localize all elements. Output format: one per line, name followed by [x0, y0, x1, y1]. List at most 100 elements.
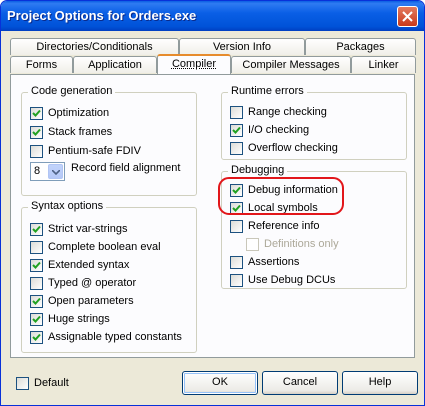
group-title: Syntax options: [28, 200, 107, 212]
tab-label: Forms: [25, 59, 58, 71]
group-runtime-errors: Runtime errors Range checking I/O checki…: [221, 85, 407, 160]
checkbox-complete-boolean-eval[interactable]: Complete boolean eval: [30, 240, 161, 254]
highlight-annotation: [218, 177, 344, 215]
tab-compiler-messages[interactable]: Compiler Messages: [231, 56, 351, 73]
help-button[interactable]: Help: [342, 371, 418, 395]
checkbox-assertions[interactable]: Assertions: [230, 255, 299, 269]
tab-compiler[interactable]: Compiler: [157, 54, 231, 74]
close-button[interactable]: [397, 6, 418, 27]
checkbox-label: Pentium-safe FDIV: [48, 145, 141, 157]
check-icon: [32, 225, 41, 233]
checkbox-open-parameters[interactable]: Open parameters: [30, 294, 134, 308]
checkbox-box[interactable]: [230, 219, 243, 233]
checkbox-label: Stack frames: [48, 126, 113, 138]
check-icon: [32, 109, 41, 117]
tab-label: Compiler Messages: [242, 59, 340, 71]
group-code-generation: Code generation Optimization Stack frame…: [21, 85, 197, 196]
checkbox-box[interactable]: [30, 294, 43, 308]
checkbox-label: Overflow checking: [248, 142, 338, 154]
tab-packages[interactable]: Packages: [305, 38, 416, 55]
group-syntax-options: Syntax options Strict var-strings Comple…: [21, 200, 197, 353]
tab-label: Compiler: [171, 58, 216, 70]
tab-label: Directories/Conditionals: [36, 41, 153, 53]
checkbox-pentium-safe-fdiv[interactable]: Pentium-safe FDIV: [30, 144, 141, 158]
checkbox-label: Definitions only: [264, 238, 339, 250]
checkbox-range-checking[interactable]: Range checking: [230, 105, 327, 119]
checkbox-io-checking[interactable]: I/O checking: [230, 123, 309, 137]
checkbox-label: Extended syntax: [48, 259, 130, 271]
checkbox-box[interactable]: [16, 376, 29, 390]
tab-label: Linker: [368, 59, 399, 71]
checkbox-box[interactable]: [30, 312, 43, 326]
checkbox-label: Open parameters: [48, 295, 134, 307]
compiler-panel: Code generation Optimization Stack frame…: [10, 74, 415, 358]
checkbox-box[interactable]: [30, 330, 43, 344]
checkbox-typed-operator[interactable]: Typed @ operator: [30, 276, 136, 290]
checkbox-use-debug-dcus[interactable]: Use Debug DCUs: [230, 273, 335, 287]
checkbox-box[interactable]: [30, 144, 43, 158]
checkbox-stack-frames[interactable]: Stack frames: [30, 125, 112, 139]
checkbox-box[interactable]: [30, 276, 43, 290]
window-title: Project Options for Orders.exe: [7, 8, 197, 23]
checkbox-label: Typed @ operator: [48, 277, 137, 289]
dialog-window: Project Options for Orders.exe Directori…: [0, 0, 425, 406]
checkbox-extended-syntax[interactable]: Extended syntax: [30, 258, 129, 272]
tab-label: Packages: [336, 41, 385, 53]
checkbox-box[interactable]: [230, 255, 243, 269]
tab-row-2: Forms Application Compiler Compiler Mess…: [8, 54, 418, 74]
checkbox-label: Assignable typed constants: [48, 331, 182, 343]
checkbox-box[interactable]: [230, 141, 243, 155]
chevron-down-icon: [52, 170, 60, 175]
cancel-button[interactable]: Cancel: [262, 371, 338, 395]
tab-forms[interactable]: Forms: [10, 56, 73, 73]
checkbox-optimization[interactable]: Optimization: [30, 106, 109, 120]
checkbox-box[interactable]: [246, 237, 259, 251]
group-title: Code generation: [28, 85, 116, 97]
record-alignment-label: Record field alignment: [71, 162, 181, 174]
tab-label: Version Info: [212, 41, 272, 53]
checkbox-label: Reference info: [248, 220, 320, 232]
tab-linker[interactable]: Linker: [351, 56, 416, 73]
checkbox-label: Default: [34, 377, 69, 389]
check-icon: [32, 297, 41, 305]
check-icon: [232, 126, 241, 134]
checkbox-label: Complete boolean eval: [48, 241, 161, 253]
checkbox-strict-var-strings[interactable]: Strict var-strings: [30, 222, 127, 236]
tab-label: Application: [88, 59, 142, 71]
checkbox-label: Huge strings: [48, 313, 110, 325]
group-title: Debugging: [228, 164, 288, 176]
checkbox-label: Optimization: [48, 107, 110, 119]
checkbox-box[interactable]: [230, 123, 243, 137]
checkbox-label: Use Debug DCUs: [248, 274, 336, 286]
check-icon: [32, 315, 41, 323]
checkbox-label: I/O checking: [248, 124, 310, 136]
close-icon: [402, 11, 413, 22]
checkbox-box[interactable]: [30, 106, 43, 120]
check-icon: [32, 128, 41, 136]
combo-value: 8: [34, 165, 41, 177]
checkbox-definitions-only[interactable]: Definitions only: [246, 237, 339, 251]
checkbox-overflow-checking[interactable]: Overflow checking: [230, 141, 338, 155]
tab-application[interactable]: Application: [73, 56, 157, 73]
checkbox-box[interactable]: [30, 222, 43, 236]
ok-button[interactable]: OK: [182, 371, 258, 395]
checkbox-box[interactable]: [30, 125, 43, 139]
tab-version-info[interactable]: Version Info: [179, 38, 305, 55]
tab-directories-conditionals[interactable]: Directories/Conditionals: [10, 38, 179, 55]
checkbox-reference-info[interactable]: Reference info: [230, 219, 320, 233]
check-icon: [32, 333, 41, 341]
checkbox-huge-strings[interactable]: Huge strings: [30, 312, 110, 326]
dropdown-button[interactable]: [48, 164, 63, 179]
checkbox-box[interactable]: [230, 105, 243, 119]
checkbox-label: Strict var-strings: [48, 223, 128, 235]
title-bar[interactable]: Project Options for Orders.exe: [1, 1, 424, 31]
checkbox-assignable-typed-constants[interactable]: Assignable typed constants: [30, 330, 182, 344]
checkbox-default[interactable]: Default: [16, 376, 69, 390]
checkbox-label: Range checking: [248, 106, 327, 118]
checkbox-box[interactable]: [230, 273, 243, 287]
checkbox-box[interactable]: [30, 258, 43, 272]
checkbox-box[interactable]: [30, 240, 43, 254]
checkbox-label: Assertions: [248, 256, 300, 268]
record-alignment-combo[interactable]: 8: [30, 162, 65, 181]
group-title: Runtime errors: [228, 85, 307, 97]
